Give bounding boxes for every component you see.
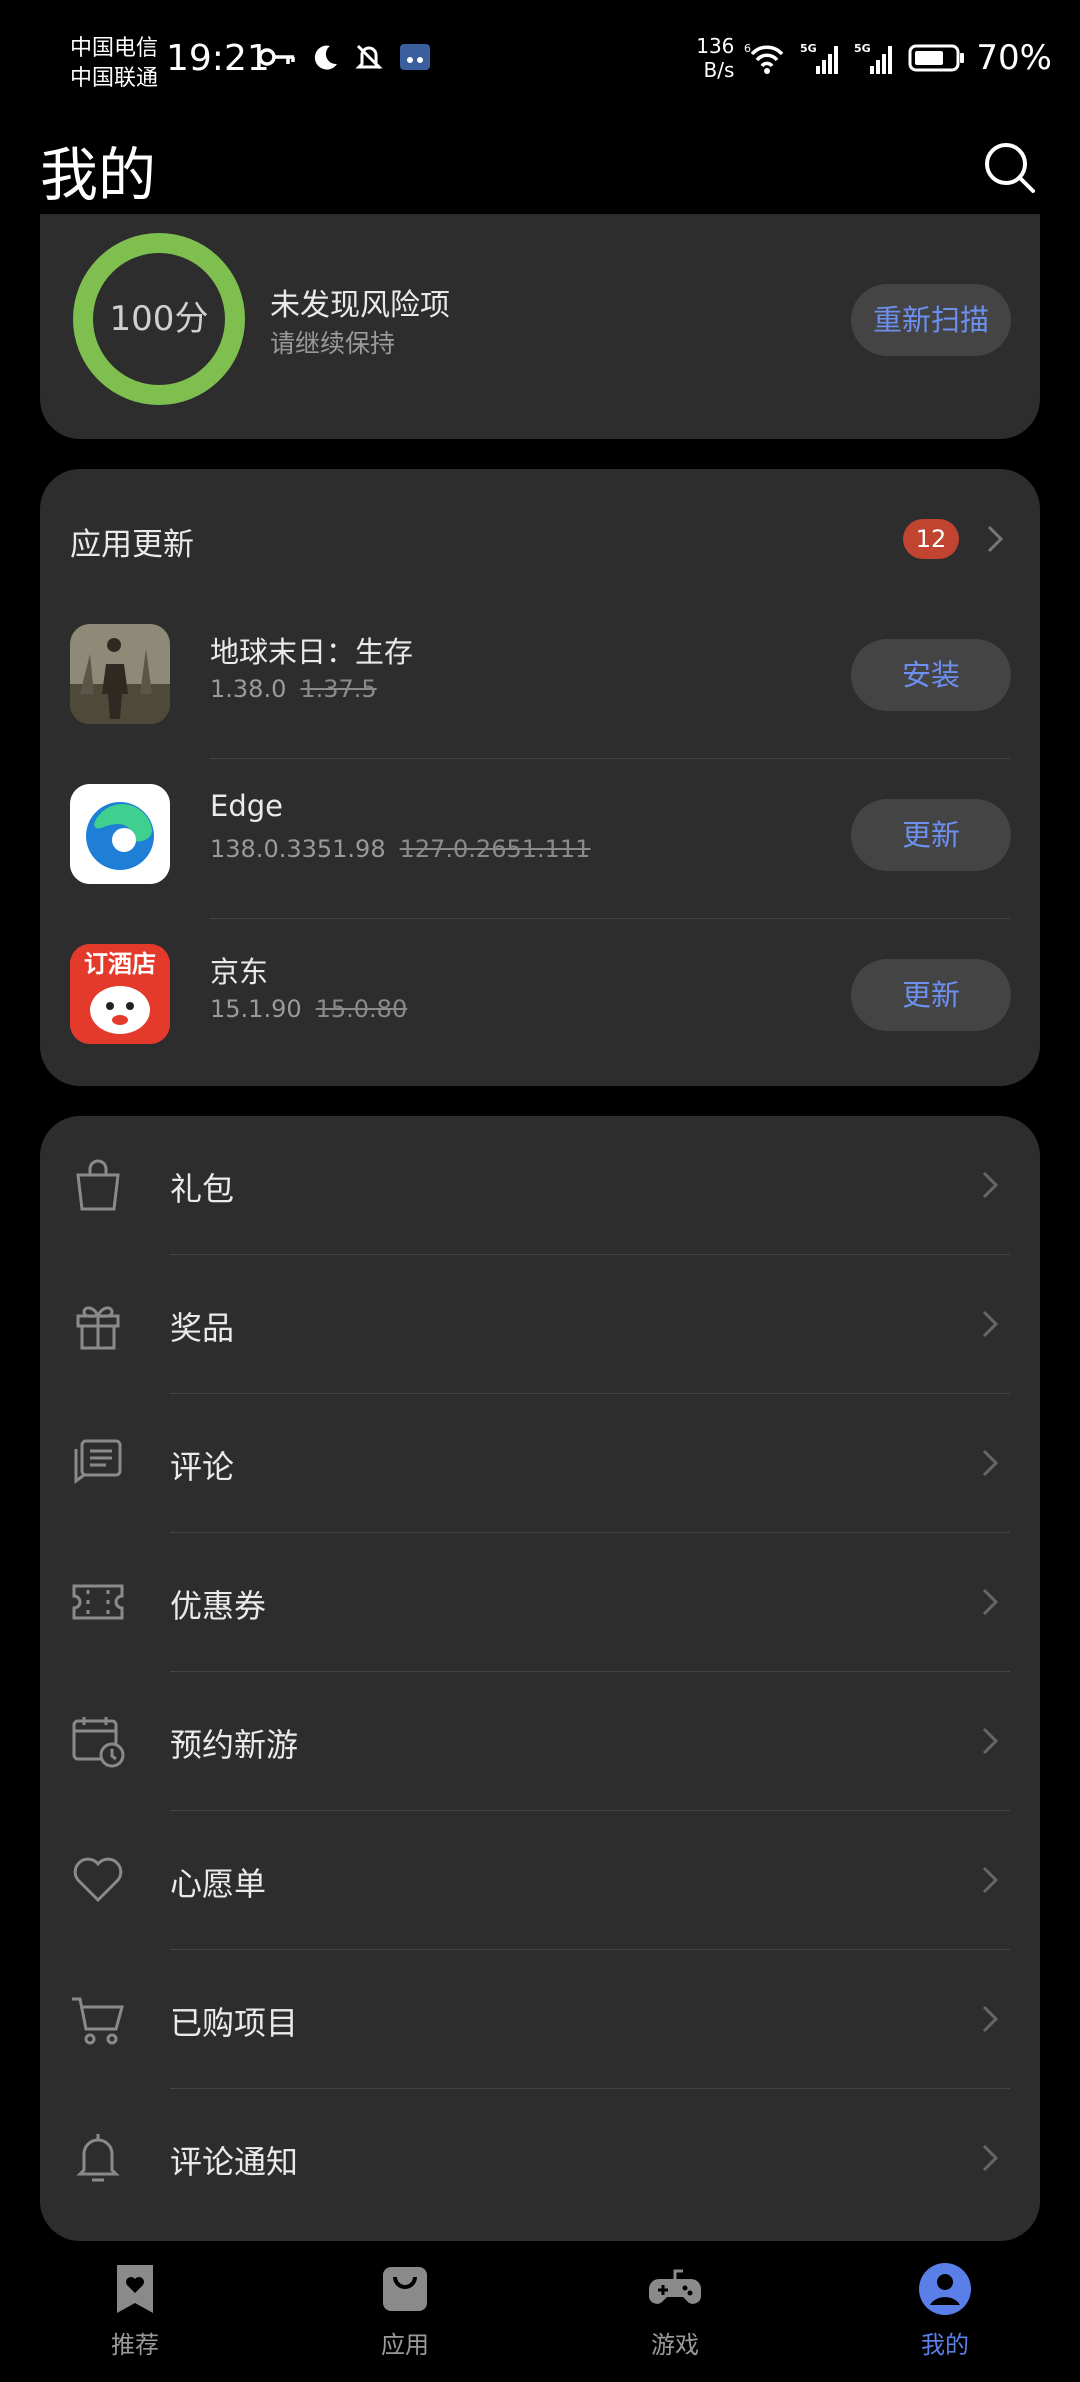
carrier-1: 中国电信 <box>70 36 159 61</box>
key-icon <box>258 48 295 66</box>
status-icons-left <box>258 40 432 74</box>
svg-text:5G: 5G <box>854 42 871 55</box>
install-button[interactable]: 安装 <box>851 639 1011 711</box>
nav-label: 推荐 <box>111 2331 159 2359</box>
status-icons-right: 136 B/s 6 5G 5G 70% <box>696 34 1052 82</box>
svg-text:6: 6 <box>744 42 751 55</box>
bookmark-heart-icon <box>117 2265 153 2313</box>
app-name: 京东 <box>210 955 269 989</box>
bell-icon <box>76 2134 120 2182</box>
bell-off-icon <box>355 44 383 70</box>
menu-label: 心愿单 <box>170 1865 267 1903</box>
bottom-nav: 推荐 应用 游戏 我的 <box>0 2241 1080 2382</box>
comment-icon <box>74 1439 122 1484</box>
svg-text:订酒店: 订酒店 <box>84 950 156 978</box>
menu-item-preorder-games[interactable]: 预约新游 <box>40 1672 1040 1811</box>
app-name: Edge <box>210 789 283 823</box>
carrier-names: 中国电信 中国联通 <box>70 34 158 94</box>
svg-text:5G: 5G <box>800 42 817 55</box>
updates-chevron-icon[interactable] <box>980 524 1010 554</box>
chevron-right-icon <box>982 1449 999 1477</box>
menu-label: 优惠券 <box>170 1587 267 1625</box>
rescan-button[interactable]: 重新扫描 <box>851 284 1011 356</box>
menu-label: 已购项目 <box>170 2004 299 2042</box>
signal-2-icon: 5G <box>854 42 893 74</box>
page-title: 我的 <box>40 141 157 209</box>
security-subtitle: 请继续保持 <box>270 329 396 358</box>
app-version: 138.0.3351.98 127.0.2651.111 <box>210 835 591 863</box>
nav-label: 游戏 <box>651 2331 699 2359</box>
security-title: 未发现风险项 <box>270 288 450 323</box>
cart-icon <box>72 1997 124 2045</box>
app-version: 1.38.0 1.37.5 <box>210 675 377 703</box>
menu-label: 评论通知 <box>170 2143 299 2181</box>
chevron-right-icon <box>982 1588 999 1616</box>
chevron-right-icon <box>982 1727 999 1755</box>
nav-tab-recommend[interactable]: 推荐 <box>45 2261 225 2371</box>
chevron-right-icon <box>982 1866 999 1894</box>
menu-label: 评论 <box>170 1448 235 1486</box>
nav-label: 应用 <box>381 2331 429 2359</box>
nav-tab-games[interactable]: 游戏 <box>585 2261 765 2371</box>
update-button[interactable]: 更新 <box>851 959 1011 1031</box>
app-updates-card: 应用更新 12 地球末日：生存 1.38.0 1.37.5 安装 Edge 138… <box>40 469 1040 1086</box>
menu-label: 礼包 <box>170 1170 235 1208</box>
net-speed: 136 B/s <box>696 34 735 82</box>
chevron-right-icon <box>982 2005 999 2033</box>
chevron-right-icon <box>982 1310 999 1338</box>
carrier-2: 中国联通 <box>70 66 159 91</box>
shopping-bag-icon <box>383 2267 427 2311</box>
app-update-row[interactable]: 地球末日：生存 1.38.0 1.37.5 安装 <box>40 599 1040 759</box>
gift-box-icon <box>76 1306 120 1350</box>
battery-percent: 70% <box>976 38 1052 78</box>
menu-card: 礼包 奖品 评论 优惠券 预约新游 心愿单 已购项目 评论通知 <box>40 1116 1040 2241</box>
menu-item-coupons[interactable]: 优惠券 <box>40 1533 1040 1672</box>
security-card: 100分 未发现风险项 请继续保持 重新扫描 <box>40 214 1040 439</box>
status-bar: 中国电信 中国联通 19:21 136 B/s 6 5G 5G 70% <box>0 0 1080 130</box>
search-button[interactable] <box>980 138 1040 198</box>
chevron-right-icon <box>982 2144 999 2172</box>
app-update-row[interactable]: 订酒店 京东 15.1.90 15.0.80 更新 <box>40 919 1040 1079</box>
game-app-icon <box>70 624 170 724</box>
updates-title[interactable]: 应用更新 <box>70 519 194 564</box>
search-icon <box>985 143 1035 193</box>
gift-bag-icon <box>76 1159 120 1211</box>
menu-item-reviews[interactable]: 评论 <box>40 1394 1040 1533</box>
battery-icon <box>908 44 965 72</box>
update-button[interactable]: 更新 <box>851 799 1011 871</box>
updates-count-badge: 12 <box>903 519 959 559</box>
app-notification-icon <box>400 44 430 70</box>
edge-app-icon <box>70 784 170 884</box>
user-icon <box>919 2263 971 2315</box>
menu-item-gift-packs[interactable]: 礼包 <box>40 1116 1040 1255</box>
menu-item-purchased[interactable]: 已购项目 <box>40 1950 1040 2089</box>
nav-tab-me[interactable]: 我的 <box>855 2261 1035 2371</box>
moon-icon <box>314 45 337 70</box>
heart-icon <box>73 1857 123 1903</box>
signal-1-icon: 5G <box>800 42 839 74</box>
gamepad-icon <box>649 2269 701 2304</box>
coupon-icon <box>72 1584 124 1620</box>
app-update-row[interactable]: Edge 138.0.3351.98 127.0.2651.111 更新 <box>40 759 1040 919</box>
wifi-icon: 6 <box>744 42 784 74</box>
app-name: 地球末日：生存 <box>210 635 414 669</box>
menu-label: 奖品 <box>170 1309 235 1347</box>
nav-label: 我的 <box>921 2331 969 2359</box>
menu-item-prizes[interactable]: 奖品 <box>40 1255 1040 1394</box>
chevron-right-icon <box>982 1171 999 1199</box>
menu-item-wishlist[interactable]: 心愿单 <box>40 1811 1040 1950</box>
security-score: 100分 <box>109 299 209 339</box>
app-version: 15.1.90 15.0.80 <box>210 995 408 1023</box>
clock: 19:21 <box>166 38 270 79</box>
menu-item-review-notifications[interactable]: 评论通知 <box>40 2089 1040 2228</box>
menu-label: 预约新游 <box>170 1726 299 1764</box>
nav-tab-apps[interactable]: 应用 <box>315 2261 495 2371</box>
calendar-clock-icon <box>72 1717 125 1768</box>
jd-app-icon: 订酒店 <box>70 944 170 1044</box>
